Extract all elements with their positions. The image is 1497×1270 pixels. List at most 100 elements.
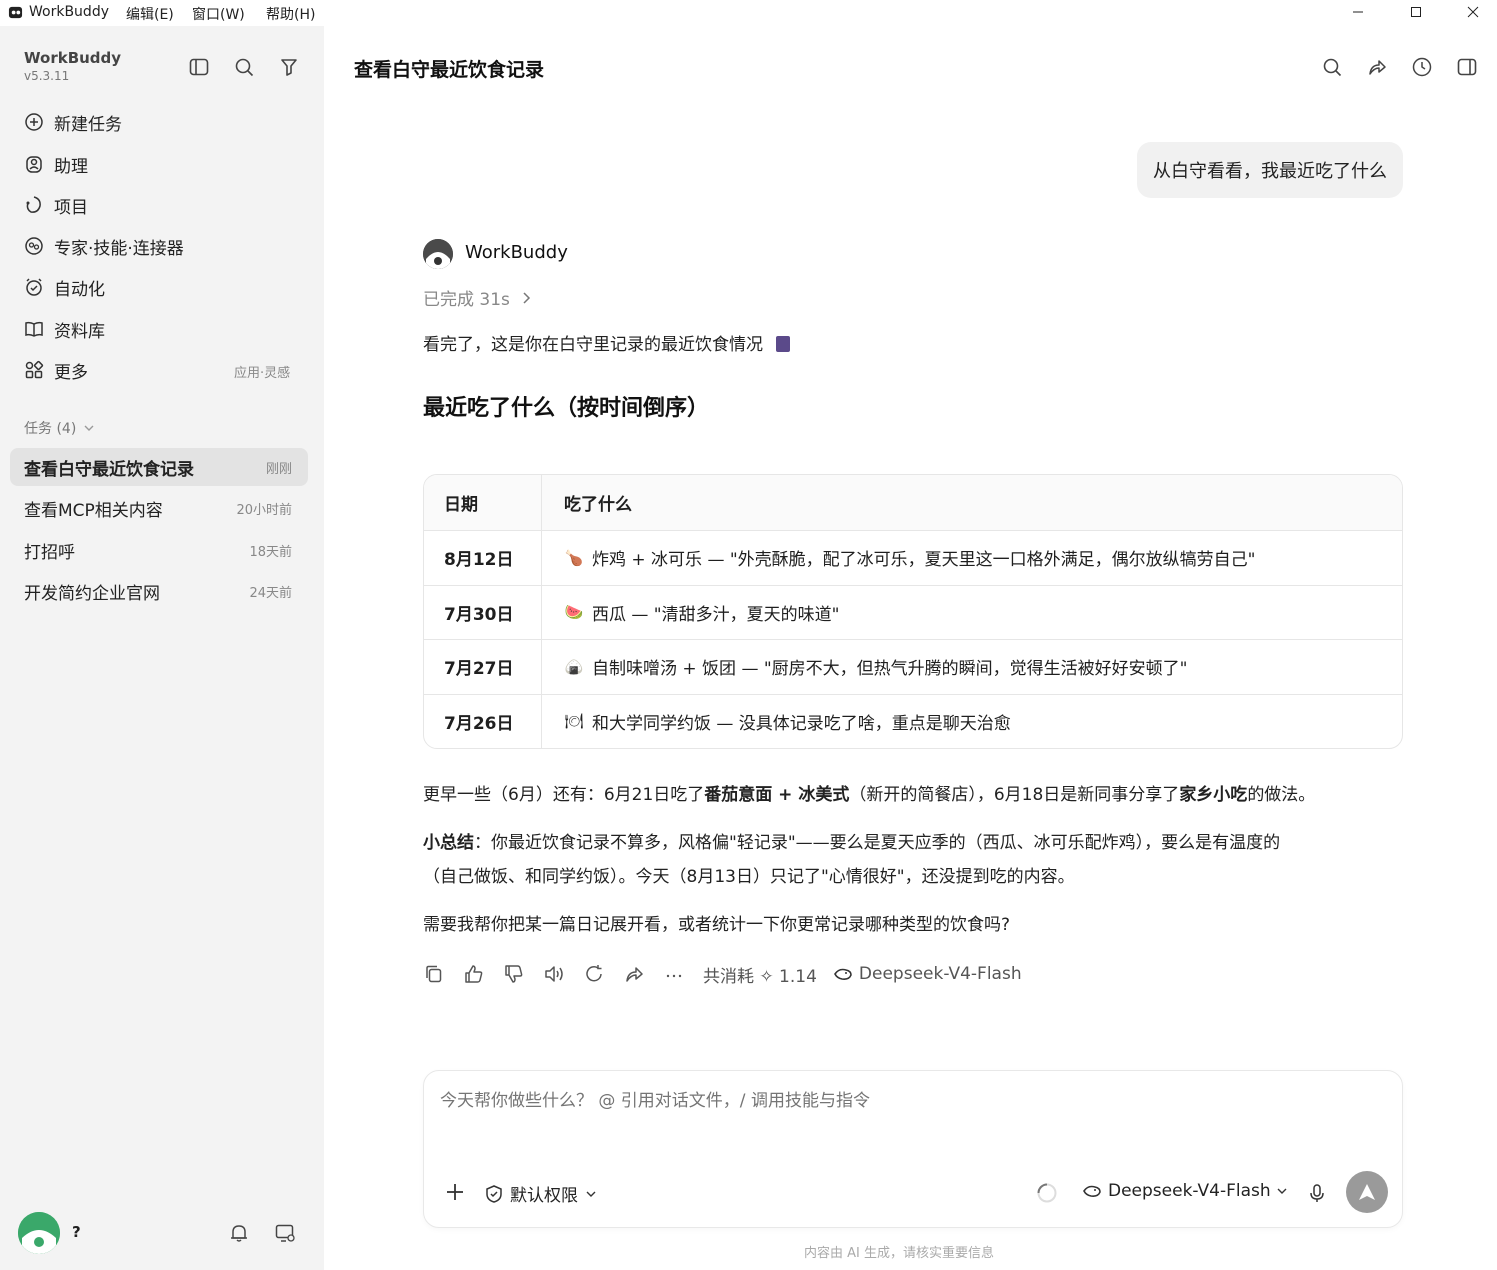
model-label: Deepseek-V4-Flash <box>1108 1181 1271 1201</box>
usage-text: 共消耗 ✧ 1.14 <box>703 966 817 987</box>
task-item[interactable]: 打招呼 18天前 <box>10 531 308 569</box>
row-food: 🍙 自制味噌汤 + 饭团 — "厨房不大，但热气升腾的瞬间，觉得生活被好好安顿了" <box>542 640 1402 694</box>
chevron-right-icon <box>523 291 530 304</box>
bot-avatar <box>423 239 453 269</box>
send-arrow-icon <box>1359 1184 1375 1200</box>
minimize-icon[interactable] <box>1350 4 1366 20</box>
task-time: 刚刚 <box>265 461 292 477</box>
nav-label: 助理 <box>54 156 88 177</box>
pin-icon[interactable] <box>278 56 300 78</box>
thumbs-down-icon[interactable] <box>503 963 525 985</box>
permission-label: 默认权限 <box>510 1186 578 1206</box>
row-food: 🍉 西瓜 — "清甜多汁，夏天的味道" <box>542 586 1402 640</box>
header-food: 吃了什么 <box>564 495 632 515</box>
plus-icon[interactable] <box>444 1181 466 1203</box>
toggle-sidebar-icon[interactable] <box>188 56 210 78</box>
earlier-part: （新开的简餐店），6月18日是新同事分享了 <box>849 785 1180 805</box>
row-date: 8月12日 <box>424 531 542 585</box>
summary-line: （自己做饭、和同学约饭）。今天（8月13日）只记了"心情很好"，还没提到吃的内容… <box>423 867 1075 887</box>
food-emoji-icon: 🍙 <box>564 657 584 676</box>
device-settings-icon[interactable] <box>274 1222 296 1244</box>
alarm-icon <box>26 278 42 296</box>
completion-status[interactable]: 已完成 31s <box>423 285 534 310</box>
task-label: 查看MCP相关内容 <box>24 500 163 521</box>
maximize-icon[interactable] <box>1408 4 1424 20</box>
share-icon[interactable] <box>1366 56 1388 78</box>
refresh-icon[interactable] <box>583 963 605 985</box>
user-avatar[interactable] <box>18 1212 60 1254</box>
task-item[interactable]: 查看白守最近饮食记录 刚刚 <box>10 448 308 486</box>
brand-name: WorkBuddy <box>24 49 122 67</box>
row-food: 🍗 炸鸡 + 冰可乐 — "外壳酥脆，配了冰可乐，夏天里这一口格外满足，偶尔放纵犒… <box>542 531 1402 585</box>
app-logo-icon <box>8 6 23 19</box>
menu-window[interactable]: 窗口(W) <box>192 4 245 24</box>
earlier-part: 更早一些（6月）还有：6月21日吃了 <box>423 785 705 805</box>
more-extra-text: 应用·灵感 <box>234 366 291 381</box>
menu-help[interactable]: 帮助(H) <box>266 4 315 24</box>
task-item[interactable]: 查看MCP相关内容 20小时前 <box>10 489 308 527</box>
table-header-row: 日期 吃了什么 <box>424 475 1402 530</box>
nav-expert[interactable]: 专家·技能·连接器 <box>24 231 184 261</box>
shield-check-icon <box>486 1184 502 1203</box>
table-row: 8月12日 🍗 炸鸡 + 冰可乐 — "外壳酥脆，配了冰可乐，夏天里这一口格外满足… <box>424 530 1402 585</box>
nav-library[interactable]: 资料库 <box>24 314 105 344</box>
intro-text: 看完了，这是你在白守里记录的最近饮食情况 <box>423 328 791 362</box>
nav-project[interactable]: 项目 <box>24 190 88 220</box>
chevron-down-icon <box>1277 1188 1287 1194</box>
summary-label: 小总结 <box>423 833 474 853</box>
nav-automation[interactable]: 自动化 <box>24 272 105 302</box>
thumbs-up-icon[interactable] <box>463 963 485 985</box>
history-icon[interactable] <box>1411 56 1433 78</box>
composer: 默认权限 Deepseek-V4-Flash <box>423 1070 1403 1228</box>
copy-icon[interactable] <box>423 963 445 985</box>
search-icon[interactable] <box>1321 56 1343 78</box>
title-bar: WorkBuddy 编辑(E) 窗口(W) 帮助(H) <box>0 0 1497 26</box>
nav-label: 自动化 <box>54 279 105 300</box>
summary-text: 小总结：你最近饮食记录不算多，风格偏"轻记录"——要么是夏天应季的（西瓜、冰可乐… <box>423 826 1280 894</box>
nav-more[interactable]: 更多 <box>24 355 88 385</box>
tasks-title-label: 任务 (4) <box>24 421 77 437</box>
permission-select[interactable]: 默认权限 <box>484 1181 598 1206</box>
row-date: 7月30日 <box>424 585 542 639</box>
share-icon[interactable] <box>623 963 645 985</box>
toggle-panel-icon[interactable] <box>1456 56 1478 78</box>
row-food-text: 自制味噌汤 + 饭团 — "厨房不大，但热气升腾的瞬间，觉得生活被好好安顿了" <box>592 659 1188 680</box>
nav-label: 资料库 <box>54 321 105 342</box>
menu-edit[interactable]: 编辑(E) <box>126 4 174 24</box>
user-message: 从白守看看，我最近吃了什么 <box>1137 142 1403 198</box>
tasks-section-title[interactable]: 任务 (4) <box>24 418 96 438</box>
project-icon <box>26 196 41 213</box>
nav-label: 更多 <box>54 362 88 383</box>
search-icon[interactable] <box>233 56 255 78</box>
speaker-icon[interactable] <box>543 963 565 985</box>
message-input[interactable] <box>440 1091 1340 1111</box>
food-emoji-icon: 🍽 <box>564 712 584 731</box>
task-item[interactable]: 开发简约企业官网 24天前 <box>10 572 308 610</box>
diary-icon <box>776 336 791 352</box>
user-name: ? <box>72 1223 81 1241</box>
brand-version: v5.3.11 <box>24 69 70 83</box>
intro-label: 看完了，这是你在白守里记录的最近饮食情况 <box>423 335 763 355</box>
nav-label: 项目 <box>54 197 88 218</box>
chevron-down-icon <box>586 1191 596 1197</box>
table-row: 7月27日 🍙 自制味噌汤 + 饭团 — "厨房不大，但热气升腾的瞬间，觉得生活被… <box>424 639 1402 694</box>
nav-new-task[interactable]: 新建任务 <box>24 107 122 137</box>
sidebar: WorkBuddy v5.3.11 新建任务 助理 项目 专家·技能·连接器 自… <box>0 26 324 1270</box>
chevron-down-icon <box>84 425 94 431</box>
section-heading: 最近吃了什么（按时间倒序） <box>423 396 710 421</box>
question-text: 需要我帮你把某一篇日记展开看，或者统计一下你更常记录哪种类型的饮食吗? <box>423 915 1011 935</box>
task-label: 打招呼 <box>24 542 75 563</box>
microphone-icon[interactable] <box>1306 1182 1328 1204</box>
bell-icon[interactable] <box>228 1222 250 1244</box>
close-icon[interactable] <box>1465 4 1481 20</box>
model-used: Deepseek-V4-Flash <box>858 964 1022 984</box>
model-select[interactable]: Deepseek-V4-Flash <box>1082 1181 1289 1201</box>
send-button[interactable] <box>1346 1171 1388 1213</box>
more-icon[interactable] <box>663 963 685 985</box>
app-title: WorkBuddy <box>29 4 109 20</box>
nav-assistant[interactable]: 助理 <box>24 149 88 179</box>
nav-label: 新建任务 <box>54 114 122 135</box>
row-food: 🍽 和大学同学约饭 — 没具体记录吃了啥，重点是聊天治愈 <box>542 695 1402 749</box>
row-food-text: 和大学同学约饭 — 没具体记录吃了啥，重点是聊天治愈 <box>592 713 1011 734</box>
bot-name: WorkBuddy <box>465 242 568 263</box>
